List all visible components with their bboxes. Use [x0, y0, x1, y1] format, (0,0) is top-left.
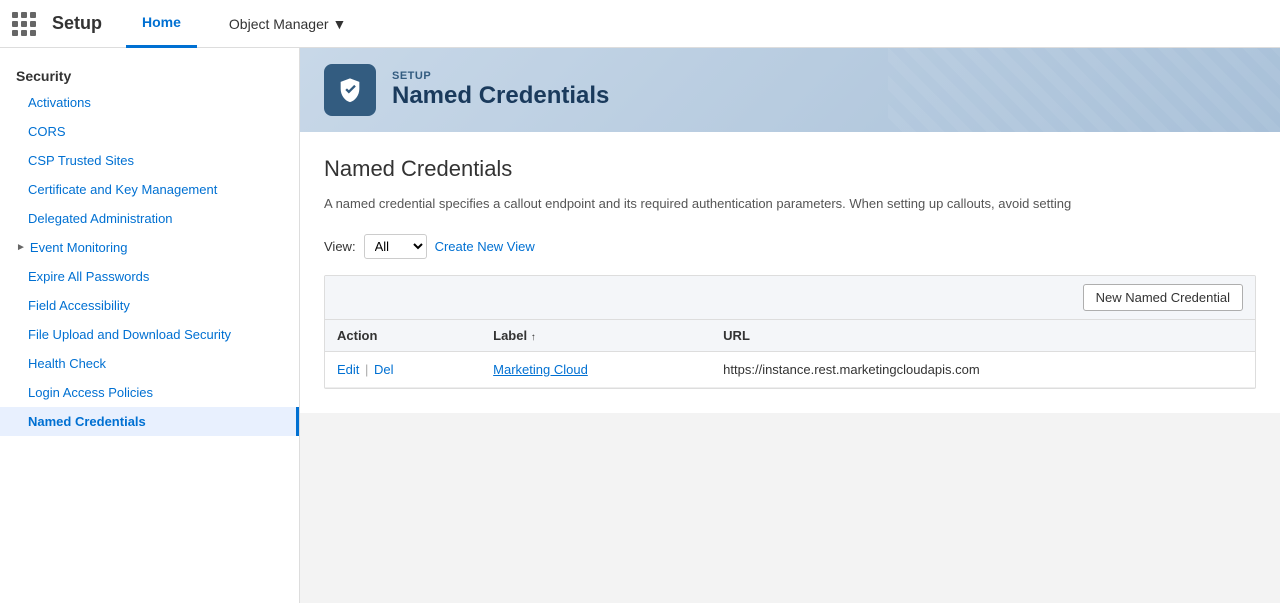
table-header-row: Action Label ↑ URL	[325, 320, 1255, 352]
sidebar: Security Activations CORS CSP Trusted Si…	[0, 48, 300, 603]
content-description: A named credential specifies a callout e…	[324, 194, 1256, 214]
del-link[interactable]: Del	[374, 362, 394, 377]
chevron-down-icon: ▼	[333, 16, 347, 32]
page-header: SETUP Named Credentials	[300, 48, 1280, 132]
sidebar-item-event-monitoring[interactable]: ► Event Monitoring	[0, 233, 299, 262]
sidebar-item-cors[interactable]: CORS	[0, 117, 299, 146]
new-named-credential-button[interactable]: New Named Credential	[1083, 284, 1243, 311]
sidebar-item-expire-passwords[interactable]: Expire All Passwords	[0, 262, 299, 291]
sidebar-item-field-accessibility[interactable]: Field Accessibility	[0, 291, 299, 320]
tab-object-manager[interactable]: Object Manager ▼	[213, 0, 362, 48]
shield-icon	[336, 76, 364, 104]
top-navigation: Setup Home Object Manager ▼	[0, 0, 1280, 48]
col-label: Label ↑	[481, 320, 711, 352]
row-url: https://instance.rest.marketingcloudapis…	[711, 351, 1255, 387]
view-label: View:	[324, 239, 356, 254]
page-icon	[324, 64, 376, 116]
col-url: URL	[711, 320, 1255, 352]
tab-home[interactable]: Home	[126, 0, 197, 48]
table-row: Edit | Del Marketing Cloud https://insta…	[325, 351, 1255, 387]
sidebar-item-activations[interactable]: Activations	[0, 88, 299, 117]
sidebar-item-health-check[interactable]: Health Check	[0, 349, 299, 378]
app-name: Setup	[52, 13, 102, 34]
sidebar-item-login-access[interactable]: Login Access Policies	[0, 378, 299, 407]
sidebar-item-csp-trusted-sites[interactable]: CSP Trusted Sites	[0, 146, 299, 175]
sidebar-item-named-credentials[interactable]: Named Credentials	[0, 407, 299, 436]
page-header-text: SETUP Named Credentials	[392, 70, 609, 110]
row-label: Marketing Cloud	[481, 351, 711, 387]
credential-label-link[interactable]: Marketing Cloud	[493, 362, 588, 377]
col-action: Action	[325, 320, 481, 352]
app-launcher-icon[interactable]	[12, 12, 36, 36]
sidebar-item-delegated-admin[interactable]: Delegated Administration	[0, 204, 299, 233]
view-select[interactable]: All	[364, 234, 427, 259]
sidebar-item-certificate-key[interactable]: Certificate and Key Management	[0, 175, 299, 204]
sidebar-section-header: Security	[0, 60, 299, 88]
row-actions: Edit | Del	[325, 351, 481, 387]
page-header-title: Named Credentials	[392, 82, 609, 110]
view-bar: View: All Create New View	[324, 234, 1256, 259]
credentials-table-wrapper: New Named Credential Action Label ↑	[324, 275, 1256, 389]
sidebar-item-file-upload[interactable]: File Upload and Download Security	[0, 320, 299, 349]
edit-link[interactable]: Edit	[337, 362, 359, 377]
page-layout: Security Activations CORS CSP Trusted Si…	[0, 48, 1280, 603]
action-separator: |	[365, 362, 372, 377]
content-area: Named Credentials A named credential spe…	[300, 132, 1280, 413]
create-new-view-link[interactable]: Create New View	[435, 239, 535, 254]
credentials-table: Action Label ↑ URL	[325, 320, 1255, 388]
setup-label: SETUP	[392, 70, 609, 82]
table-toolbar: New Named Credential	[325, 276, 1255, 320]
chevron-right-icon: ►	[16, 242, 26, 253]
sort-arrow-icon: ↑	[531, 332, 536, 343]
main-content: SETUP Named Credentials Named Credential…	[300, 48, 1280, 603]
content-title: Named Credentials	[324, 156, 1256, 182]
